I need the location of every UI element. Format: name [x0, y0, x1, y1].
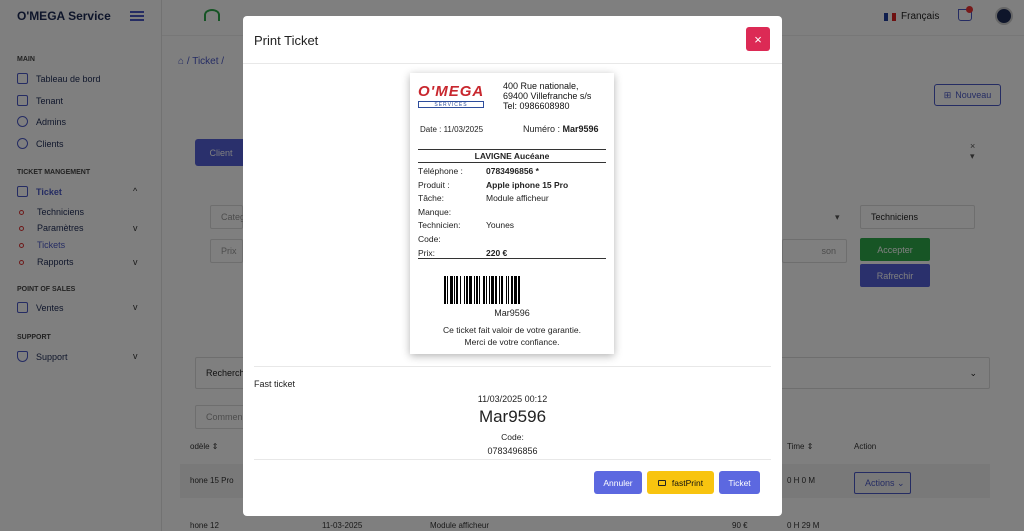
shop-address: 400 Rue nationale, 69400 Villefranche s/… — [503, 81, 591, 111]
close-button[interactable]: × — [746, 27, 770, 51]
ticket-number-label: Numéro : — [523, 124, 563, 134]
detail-value: Apple iphone 15 Pro — [486, 179, 569, 190]
footer-line: Ce ticket fait valoir de votre garantie. — [443, 325, 581, 335]
address-line: 69400 Villefranche s/s — [503, 91, 592, 101]
divider — [254, 459, 771, 460]
logo-subtext: SERVICES — [418, 101, 484, 108]
fastprint-button[interactable]: fastPrint — [647, 471, 714, 494]
cancel-label: Annuler — [603, 477, 633, 488]
divider — [243, 63, 782, 64]
footer-line: Merci de votre confiance. — [464, 337, 560, 347]
ticket-preview: O'MEGA SERVICES 400 Rue nationale, 69400… — [410, 73, 614, 354]
detail-key: Manque: — [418, 206, 452, 217]
address-line: 400 Rue nationale, — [503, 81, 579, 91]
close-icon: × — [754, 31, 762, 47]
modal-title: Print Ticket — [254, 33, 319, 48]
ticket-footer: Ce ticket fait valoir de votre garantie.… — [410, 324, 614, 348]
detail-key: Produit : — [418, 179, 450, 190]
barcode-bar — [520, 276, 521, 304]
divider — [418, 258, 606, 259]
fastprint-label: fastPrint — [671, 477, 704, 488]
detail-key: Tâche: — [418, 193, 444, 204]
cancel-button[interactable]: Annuler — [594, 471, 642, 494]
address-line: Tel: 0986608980 — [503, 101, 570, 111]
customer-name: LAVIGNE Aucéane — [474, 151, 550, 161]
barcode — [444, 276, 580, 304]
fast-ticket-phone: 0783496856 — [487, 446, 538, 456]
detail-value: 220 € — [486, 247, 508, 258]
detail-value: 0783496856 * — [486, 166, 539, 176]
divider — [254, 366, 771, 367]
detail-key: Téléphone : — [418, 166, 463, 176]
ticket-label: Ticket — [728, 477, 751, 488]
fast-ticket-code-label: Code: — [501, 432, 524, 442]
ticket-number: Numéro : Mar9596 — [523, 124, 599, 134]
fast-ticket-datetime: 11/03/2025 00:12 — [477, 394, 548, 404]
barcode-text: Mar9596 — [494, 308, 530, 318]
detail-value: Younes — [486, 220, 515, 231]
print-ticket-modal: Print Ticket × O'MEGA SERVICES 400 Rue n… — [243, 16, 782, 516]
detail-value: Module afficheur — [486, 193, 549, 204]
divider — [418, 162, 606, 163]
ticket-button[interactable]: Ticket — [719, 471, 760, 494]
detail-key: Technicien: — [418, 220, 461, 231]
detail-key: Prix: — [418, 247, 435, 258]
divider — [418, 149, 606, 150]
fast-ticket-number: Mar9596 — [478, 407, 547, 426]
detail-key: Code: — [418, 234, 441, 244]
ticket-date: Date : 11/03/2025 — [420, 125, 484, 134]
omega-logo: O'MEGA SERVICES — [418, 83, 484, 111]
ticket-number-value: Mar9596 — [562, 124, 599, 134]
printer-icon — [657, 479, 666, 486]
logo-text: O'MEGA — [418, 83, 485, 100]
fast-ticket-label: Fast ticket — [254, 379, 296, 389]
